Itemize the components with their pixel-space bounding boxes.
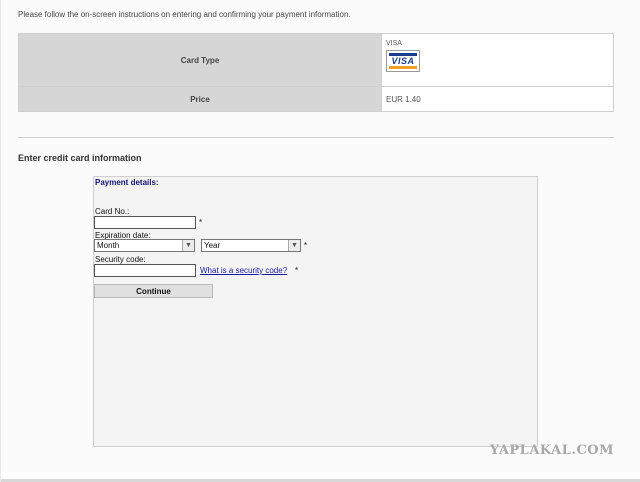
section-title: Enter credit card information	[18, 153, 142, 163]
instructions-text: Please follow the on-screen instructions…	[18, 10, 351, 19]
security-code-required: *	[295, 266, 299, 275]
section-divider	[18, 137, 614, 138]
price-row: Price EUR 1.40	[18, 86, 614, 112]
security-code-help-link[interactable]: What is a security code?	[200, 266, 287, 275]
expiration-year-select[interactable]: Year ▼	[201, 239, 301, 252]
card-number-required: *	[199, 218, 203, 227]
card-type-row: Card Type VISA VISA	[18, 33, 614, 87]
price-value: EUR 1.40	[381, 86, 614, 112]
expiration-month-value: Month	[97, 241, 120, 250]
security-code-label: Security code:	[95, 255, 146, 264]
visa-logo-band-bottom	[389, 66, 417, 69]
card-type-label: Card Type	[18, 33, 382, 87]
expiration-year-value: Year	[204, 241, 221, 250]
continue-button[interactable]: Continue	[94, 284, 213, 298]
chevron-down-icon[interactable]: ▼	[182, 240, 194, 251]
chevron-down-icon[interactable]: ▼	[288, 240, 300, 251]
payment-page: Please follow the on-screen instructions…	[0, 0, 640, 482]
expiration-date-required: *	[304, 241, 308, 250]
form-heading: Payment details:	[95, 178, 159, 187]
price-label: Price	[18, 86, 382, 112]
payment-form: Payment details: Card No.: * Expiration …	[93, 176, 538, 447]
card-type-value-cell: VISA VISA	[381, 33, 614, 87]
card-number-input[interactable]	[94, 216, 196, 229]
security-code-input[interactable]	[94, 264, 196, 277]
visa-logo-icon: VISA	[386, 50, 420, 72]
card-number-label: Card No.:	[95, 207, 130, 216]
order-info-table: Card Type VISA VISA Price EUR 1.40	[18, 33, 614, 112]
card-type-value: VISA	[386, 40, 402, 47]
expiration-month-select[interactable]: Month ▼	[94, 239, 195, 252]
watermark: YAPLAKAL.COM	[489, 443, 614, 458]
visa-logo-word: VISA	[391, 56, 415, 66]
